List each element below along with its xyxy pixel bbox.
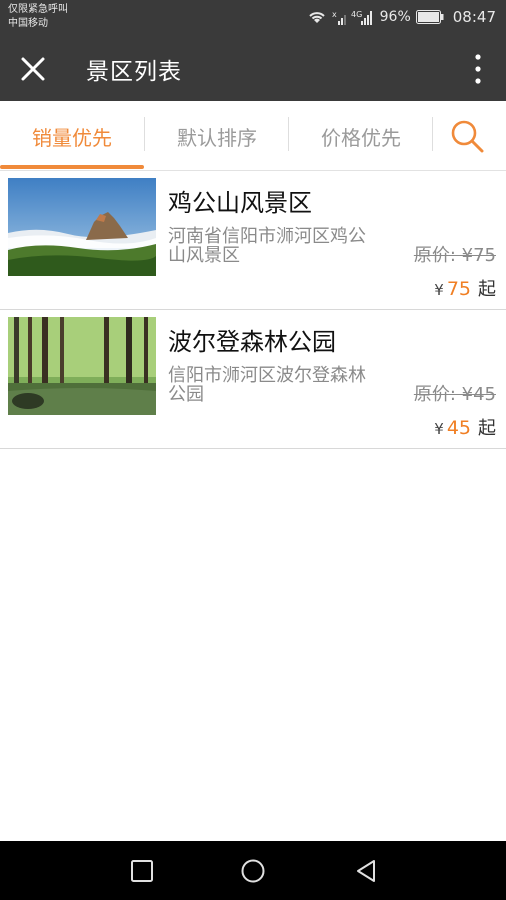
signal-4g-icon: 4G	[351, 9, 375, 25]
battery-percent: 96%	[379, 9, 411, 25]
home-icon[interactable]	[239, 857, 267, 885]
nav-bar: 景区列表	[0, 34, 506, 101]
signal-x-icon: x	[332, 9, 346, 25]
page-title: 景区列表	[86, 59, 182, 85]
network-type: 4G	[351, 10, 362, 19]
search-icon[interactable]	[448, 117, 486, 155]
price-value: 75	[446, 278, 471, 300]
carrier-info: 仅限紧急呼叫 中国移动	[8, 3, 68, 31]
price-suffix: 起	[478, 418, 496, 439]
wifi-icon	[307, 9, 327, 25]
spot-address: 信阳市浉河区波尔登森林公园	[168, 365, 366, 405]
list-item[interactable]: 鸡公山风景区 河南省信阳市浉河区鸡公山风景区 原价: ¥75 ¥ 75 起	[0, 171, 506, 310]
tab-price-first[interactable]: 价格优先	[289, 101, 433, 171]
spot-title: 波尔登森林公园	[168, 328, 336, 356]
current-price: ¥ 45 起	[434, 414, 496, 440]
scenic-photo	[8, 178, 156, 276]
currency-symbol: ¥	[434, 281, 444, 299]
price-value: 45	[446, 417, 471, 439]
spot-title: 鸡公山风景区	[168, 189, 312, 217]
spot-address: 河南省信阳市浉河区鸡公山风景区	[168, 226, 366, 266]
price-suffix: 起	[478, 279, 496, 300]
svg-text:x: x	[332, 10, 337, 19]
back-icon[interactable]	[352, 857, 380, 885]
active-tab-indicator	[0, 165, 144, 169]
tab-divider	[432, 117, 433, 151]
close-icon[interactable]	[18, 54, 48, 84]
system-nav-bar	[0, 841, 506, 900]
current-price: ¥ 75 起	[434, 275, 496, 301]
scenic-spot-list: 鸡公山风景区 河南省信阳市浉河区鸡公山风景区 原价: ¥75 ¥ 75 起 波尔…	[0, 171, 506, 449]
currency-symbol: ¥	[434, 420, 444, 438]
sort-tab-bar: 销量优先 默认排序 价格优先	[0, 101, 506, 171]
original-price: 原价: ¥45	[413, 384, 496, 405]
status-indicators: x 4G 96% 08:47	[307, 6, 496, 28]
more-vertical-icon[interactable]	[472, 52, 484, 86]
battery-icon	[415, 10, 444, 24]
emergency-call-text: 仅限紧急呼叫	[8, 4, 68, 15]
scenic-photo	[8, 317, 156, 415]
clock: 08:47	[452, 8, 496, 26]
carrier-name: 中国移动	[8, 18, 48, 29]
tab-sales-first[interactable]: 销量优先	[0, 101, 144, 171]
list-item[interactable]: 波尔登森林公园 信阳市浉河区波尔登森林公园 原价: ¥45 ¥ 45 起	[0, 310, 506, 449]
original-price: 原价: ¥75	[413, 245, 496, 266]
tab-default-sort[interactable]: 默认排序	[145, 101, 289, 171]
recent-apps-icon[interactable]	[128, 857, 156, 885]
status-bar: 仅限紧急呼叫 中国移动 x 4G 96% 08:47	[0, 0, 506, 34]
